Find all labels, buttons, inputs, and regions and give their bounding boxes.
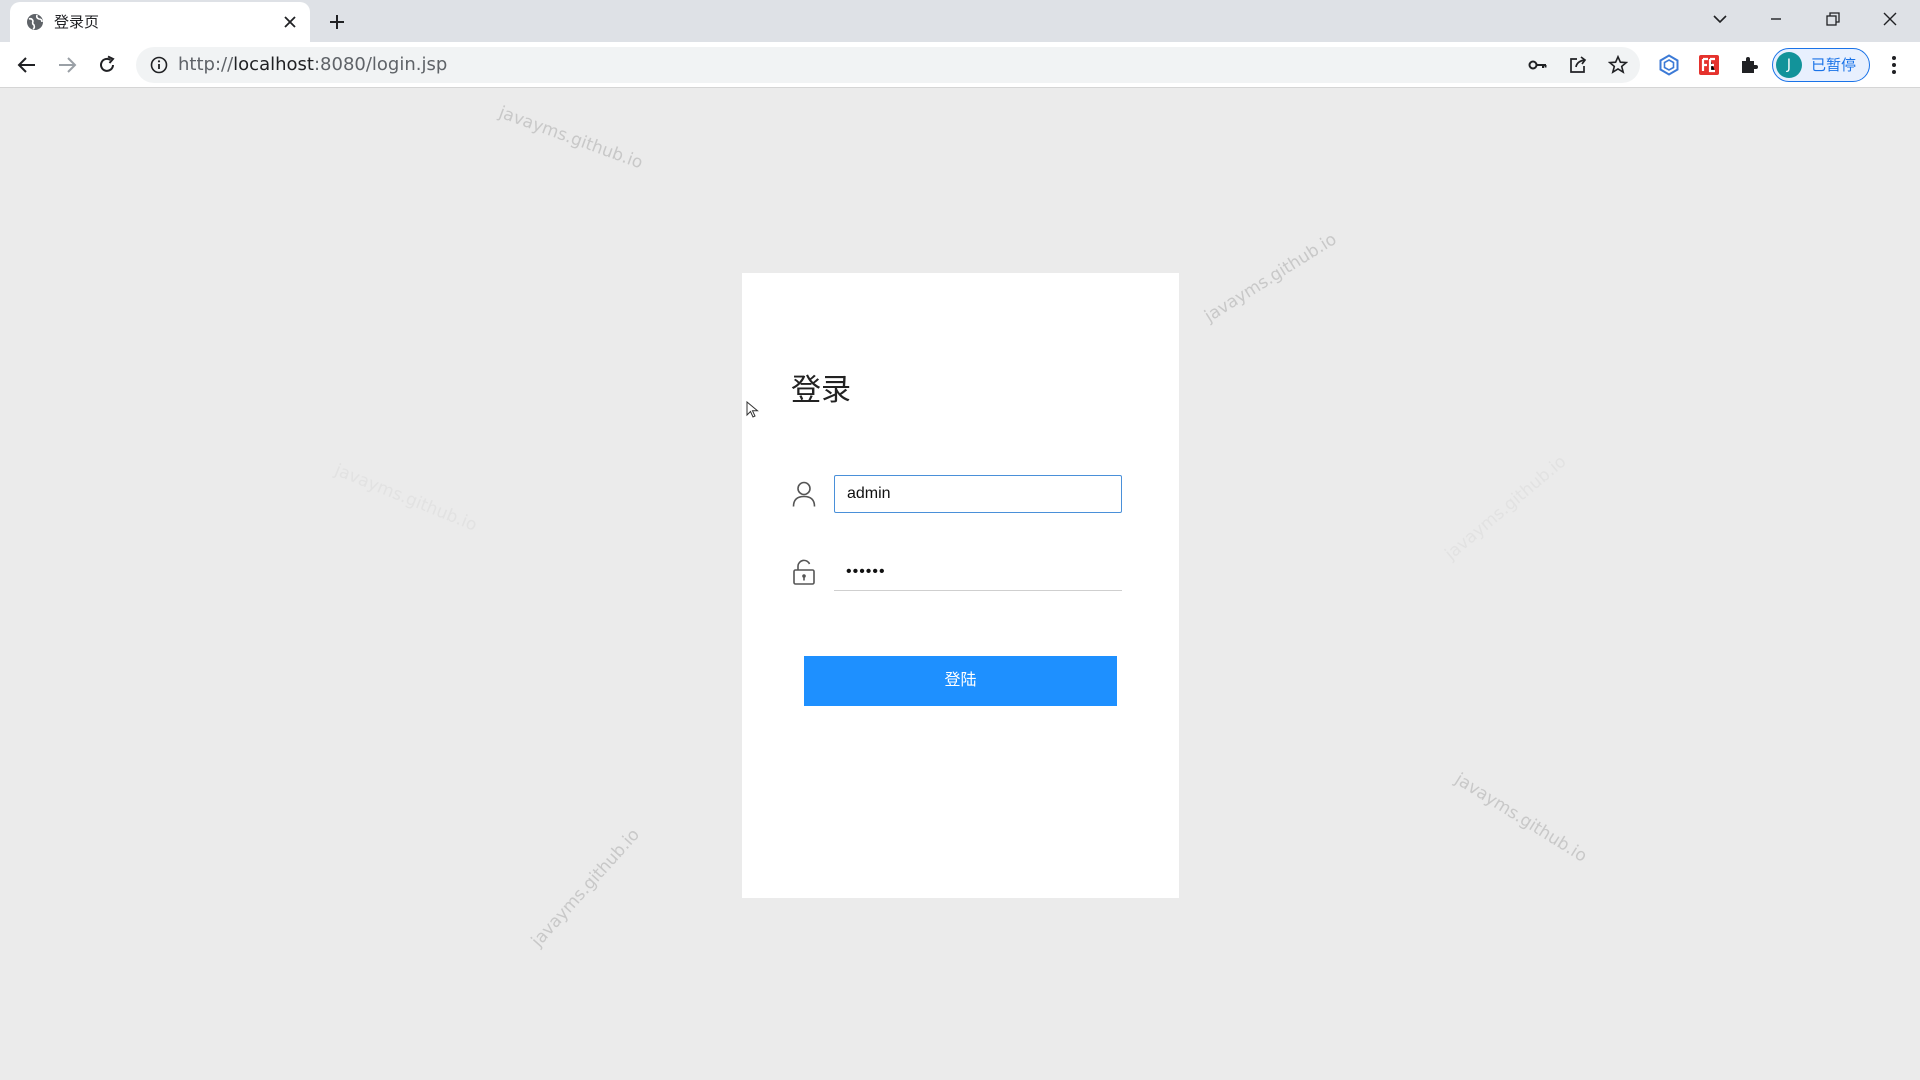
profile-status-label: 已暂停 xyxy=(1811,56,1857,74)
url-path: :8080/login.jsp xyxy=(313,54,448,75)
browser-window: 登录页 http://localhost:8080/login.jsp J 已暂… xyxy=(0,0,1920,1080)
watermark: javayms.github.io xyxy=(1441,451,1571,565)
arrow-right-icon xyxy=(59,57,77,73)
url-scheme: http:// xyxy=(178,54,234,75)
browser-menu-button[interactable] xyxy=(1880,51,1908,79)
url-text: http://localhost:8080/login.jsp xyxy=(178,55,447,75)
address-bar[interactable]: http://localhost:8080/login.jsp xyxy=(136,47,1640,83)
close-icon xyxy=(1883,12,1897,26)
tab-strip: 登录页 xyxy=(0,0,1920,42)
kebab-menu-icon xyxy=(1892,56,1896,74)
forward-button[interactable] xyxy=(53,51,81,79)
puzzle-icon xyxy=(1742,57,1758,73)
browser-toolbar: http://localhost:8080/login.jsp J 已暂停 xyxy=(0,42,1920,88)
close-window-button[interactable] xyxy=(1875,6,1905,32)
extensions-button[interactable] xyxy=(1735,51,1763,79)
watermark: javayms.github.io xyxy=(527,824,644,952)
close-icon xyxy=(284,16,296,28)
page-title: 登录 xyxy=(791,373,851,408)
profile-button[interactable]: J 已暂停 xyxy=(1772,48,1870,82)
info-icon[interactable] xyxy=(150,56,168,74)
share-icon[interactable] xyxy=(1568,55,1588,75)
watermark: javayms.github.io xyxy=(331,460,480,536)
reload-button[interactable] xyxy=(93,51,121,79)
tab-search-button[interactable] xyxy=(1705,6,1735,32)
plus-icon xyxy=(330,15,344,29)
hexagon-extension-icon xyxy=(1659,54,1679,76)
login-button[interactable]: 登陆 xyxy=(804,656,1117,706)
tab-login[interactable]: 登录页 xyxy=(10,2,310,42)
login-card: 登录 admin •••••• 登陆 xyxy=(742,273,1179,898)
extension-fe-helper-button[interactable] xyxy=(1695,51,1723,79)
mouse-cursor-icon xyxy=(746,400,760,419)
user-icon xyxy=(791,480,817,508)
watermark: javayms.github.io xyxy=(1201,229,1341,327)
arrow-left-icon xyxy=(17,57,35,73)
tab-title: 登录页 xyxy=(54,13,100,31)
back-button[interactable] xyxy=(13,51,41,79)
password-input[interactable]: •••••• xyxy=(834,553,1122,591)
key-icon[interactable] xyxy=(1528,55,1548,75)
url-host: localhost xyxy=(233,54,314,75)
new-tab-button[interactable] xyxy=(325,10,349,34)
restore-icon xyxy=(1826,12,1840,26)
minimize-icon xyxy=(1771,18,1781,20)
unlock-icon xyxy=(791,558,817,586)
minimize-button[interactable] xyxy=(1761,6,1791,32)
watermark: javayms.github.io xyxy=(1451,769,1591,867)
chevron-down-icon xyxy=(1713,15,1727,24)
globe-icon xyxy=(26,13,44,31)
close-tab-button[interactable] xyxy=(280,12,300,32)
page-viewport: javayms.github.io javayms.github.io java… xyxy=(0,88,1920,1080)
extension-vue-devtools-button[interactable] xyxy=(1655,51,1683,79)
fe-extension-icon xyxy=(1699,55,1719,75)
avatar: J xyxy=(1776,52,1802,78)
star-icon[interactable] xyxy=(1607,54,1629,75)
reload-icon xyxy=(100,55,115,72)
username-input[interactable]: admin xyxy=(834,475,1122,513)
restore-button[interactable] xyxy=(1818,6,1848,32)
watermark: javayms.github.io xyxy=(496,102,646,174)
